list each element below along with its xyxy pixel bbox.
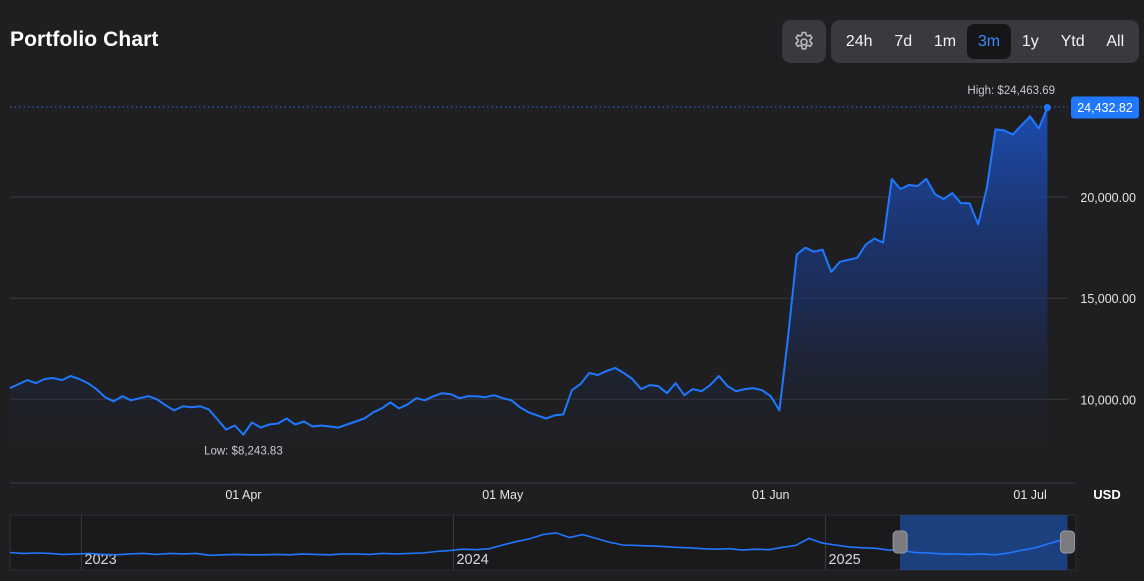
low-label: Low: $8,243.83 bbox=[204, 446, 283, 458]
x-tick-label: 01 May bbox=[482, 488, 524, 502]
y-tick-label: 20,000.00 bbox=[1080, 191, 1136, 205]
current-price-label: 24,432.82 bbox=[1077, 101, 1133, 115]
y-tick-label: 15,000.00 bbox=[1080, 292, 1136, 306]
current-point bbox=[1043, 104, 1051, 112]
x-tick-label: 01 Jun bbox=[752, 488, 790, 502]
x-tick-label: 01 Apr bbox=[225, 488, 261, 502]
y-tick-label: 10,000.00 bbox=[1080, 393, 1136, 407]
navigator-right-handle[interactable] bbox=[1059, 530, 1075, 554]
navigator-left-handle[interactable] bbox=[892, 530, 908, 554]
high-label: High: $24,463.69 bbox=[967, 85, 1055, 97]
navigator-year-label: 2025 bbox=[828, 552, 860, 568]
navigator-year-label: 2024 bbox=[456, 552, 488, 568]
navigator-selection-window bbox=[900, 515, 1068, 570]
x-tick-label: 01 Jul bbox=[1013, 488, 1046, 502]
series-area bbox=[10, 107, 1048, 470]
portfolio-chart: 10,000.00 15,000.00 20,000.00 High: $24,463… bbox=[9, 85, 1139, 571]
currency-label: USD bbox=[1093, 487, 1120, 502]
